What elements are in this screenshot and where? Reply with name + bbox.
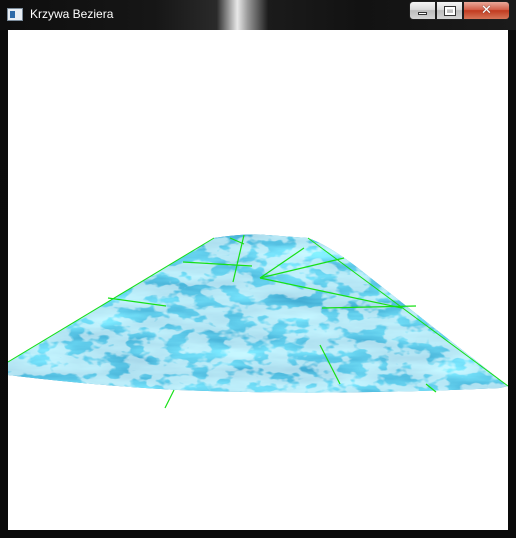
app-window-icon[interactable]	[7, 8, 23, 21]
bezier-surface-render	[8, 234, 508, 409]
close-icon: ✕	[481, 3, 492, 18]
minimize-button[interactable]	[409, 1, 436, 20]
title-bar[interactable]: Krzywa Beziera ✕	[0, 0, 516, 30]
water-surface	[8, 234, 508, 393]
maximize-icon	[443, 5, 456, 16]
close-button[interactable]: ✕	[463, 1, 510, 20]
minimize-icon	[418, 12, 427, 15]
maximize-button[interactable]	[436, 1, 463, 20]
application-window: Krzywa Beziera ✕	[0, 0, 516, 538]
window-controls: ✕	[409, 1, 510, 20]
window-title: Krzywa Beziera	[30, 7, 114, 21]
opengl-viewport[interactable]	[8, 30, 508, 530]
